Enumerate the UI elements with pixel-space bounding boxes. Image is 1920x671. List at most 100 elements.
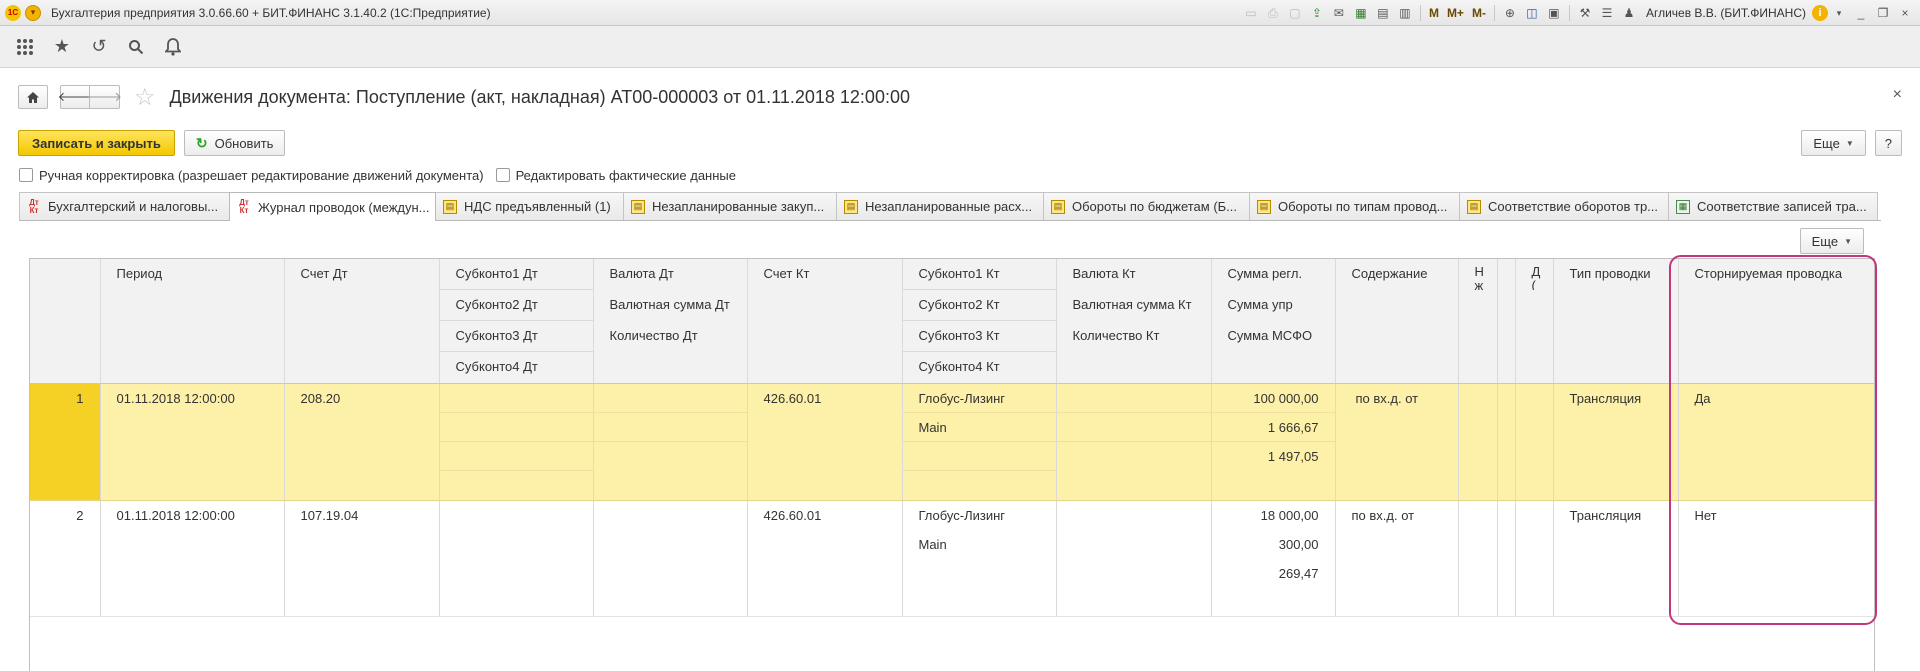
- row-currency-sum-dt: [593, 413, 747, 442]
- info-icon[interactable]: i: [1812, 5, 1828, 21]
- tab-label: Бухгалтерский и налоговы...: [48, 199, 219, 214]
- row-period: 01.11.2018 12:00:00: [116, 391, 235, 406]
- entries-table: Период Счет Дт Субконто1 Дт Субконто2 Дт…: [29, 258, 1875, 671]
- envelope-icon[interactable]: ✉: [1330, 4, 1348, 22]
- favorite-star-icon[interactable]: ☆: [134, 83, 156, 112]
- col-subconto-dt[interactable]: Субконто1 Дт Субконто2 Дт Субконто3 Дт С…: [439, 259, 594, 384]
- help-button[interactable]: ?: [1874, 130, 1902, 156]
- home-button[interactable]: [18, 85, 48, 109]
- back-button[interactable]: 🡐: [58, 85, 92, 109]
- edit-actual-checkbox[interactable]: [495, 168, 510, 182]
- options-checkboxes: Ручная корректировка (разрешает редактир…: [19, 166, 748, 184]
- register-icon: ▤: [443, 199, 457, 214]
- row-entry-type: Трансляция: [1569, 508, 1642, 523]
- tab-label: Соответствие оборотов тр...: [1488, 199, 1659, 214]
- col-narrow-1[interactable]: Н ж: [1458, 259, 1498, 384]
- row-subconto-kt-1: Глобус-Лизинг: [918, 508, 1006, 523]
- save-icon[interactable]: ▭: [1242, 4, 1260, 22]
- current-user[interactable]: Агличев В.В. (БИТ.ФИНАНС): [1646, 6, 1806, 20]
- row-subconto-dt-1: [439, 384, 593, 413]
- close-form-button[interactable]: ×: [1893, 86, 1902, 104]
- table-header-row: Период Счет Дт Субконто1 Дт Субконто2 Дт…: [30, 259, 1874, 384]
- col-content[interactable]: Содержание: [1335, 259, 1459, 384]
- refresh-button[interactable]: ↻ Обновить: [183, 130, 286, 156]
- col-currency-dt[interactable]: Валюта Дт Валютная сумма Дт Количество Д…: [593, 259, 748, 384]
- col-narrow-3[interactable]: Д (: [1515, 259, 1554, 384]
- close-window-button[interactable]: ×: [1896, 4, 1914, 22]
- page-title: Движения документа: Поступление (акт, на…: [169, 86, 910, 107]
- manual-adjust-label[interactable]: Ручная корректировка (разрешает редактир…: [39, 168, 484, 183]
- col-account-dt[interactable]: Счет Дт: [284, 259, 440, 384]
- chevron-down-icon[interactable]: ▾: [1830, 4, 1848, 22]
- restore-button[interactable]: ❐: [1874, 4, 1892, 22]
- manual-adjust-checkbox[interactable]: [19, 168, 33, 182]
- forward-button[interactable]: 🡒: [87, 85, 122, 109]
- spreadsheet-icon[interactable]: ▦: [1352, 4, 1370, 22]
- col-number[interactable]: [30, 259, 101, 384]
- table-row[interactable]: 1 01.11.2018 12:00:00 208.20 426.60.01 Г…: [30, 383, 1874, 501]
- print-icon[interactable]: ⎙: [1264, 4, 1282, 22]
- row-sum-ifrs: 269,47: [1278, 566, 1319, 581]
- calendar-icon[interactable]: ▤: [1374, 4, 1392, 22]
- tab-turnover-mapping[interactable]: ▤ Соответствие оборотов тр...: [1459, 192, 1669, 220]
- search-icon[interactable]: [125, 36, 147, 58]
- list-icon[interactable]: ☰: [1598, 4, 1616, 22]
- window-titlebar: 1С ▾ Бухгалтерия предприятия 3.0.66.60 +…: [0, 0, 1920, 26]
- user-icon: ♟: [1623, 6, 1635, 20]
- bell-icon[interactable]: [162, 36, 184, 58]
- register-icon: ▤: [1467, 199, 1481, 214]
- memory-minus-button[interactable]: M-: [1472, 6, 1486, 20]
- row-subconto-dt-2: [439, 413, 593, 442]
- tab-journal-entries[interactable]: Дт Кт Журнал проводок (междун...: [229, 192, 436, 221]
- row-reversed: Нет: [1694, 508, 1717, 523]
- row-account-dt: 208.20: [300, 391, 341, 406]
- register-icon: ▤: [844, 199, 858, 214]
- tab-vat-presented[interactable]: ▤ НДС предъявленный (1): [435, 192, 624, 220]
- more-button[interactable]: Еще ▼: [1801, 130, 1866, 156]
- grid-view-icon[interactable]: ▣: [1545, 4, 1563, 22]
- tab-budget-turnover[interactable]: ▤ Обороты по бюджетам (Б...: [1043, 192, 1250, 220]
- panels-icon[interactable]: ◫: [1523, 4, 1541, 22]
- col-entry-type[interactable]: Тип проводки: [1553, 259, 1679, 384]
- edit-actual-label[interactable]: Редактировать фактические данные: [516, 168, 736, 183]
- table-row[interactable]: 2 01.11.2018 12:00:00 107.19.04 426.60.0…: [30, 500, 1874, 617]
- grid-more-label: Еще: [1811, 233, 1839, 249]
- memory-plus-button[interactable]: M+: [1447, 6, 1464, 20]
- col-period[interactable]: Период: [100, 259, 285, 384]
- save-and-close-button[interactable]: Записать и закрыть: [18, 130, 175, 156]
- row-subconto-kt-4: [903, 471, 1056, 500]
- col-subconto-kt[interactable]: Субконто1 Кт Субконто2 Кт Субконто3 Кт С…: [902, 259, 1057, 384]
- apps-grid-icon[interactable]: [14, 36, 36, 58]
- main-menu-dropdown-icon[interactable]: ▾: [25, 4, 41, 21]
- tab-unplanned-expenses[interactable]: ▤ Незапланированные расх...: [836, 192, 1044, 220]
- register-icon: ▤: [1051, 199, 1065, 214]
- col-sums[interactable]: Сумма регл. Сумма упр Сумма МСФО: [1211, 259, 1336, 384]
- preview-icon[interactable]: ▢: [1286, 4, 1304, 22]
- tab-records-mapping[interactable]: ▦ Соответствие записей тра...: [1668, 192, 1878, 220]
- star-icon[interactable]: ★: [51, 36, 73, 58]
- row-sum-reg: 18 000,00: [1260, 508, 1319, 523]
- link-icon[interactable]: ⇪: [1308, 4, 1326, 22]
- row-sum-mgmt: 300,00: [1278, 537, 1319, 552]
- tab-unplanned-purchases[interactable]: ▤ Незапланированные закуп...: [623, 192, 837, 220]
- col-account-kt[interactable]: Счет Кт: [747, 259, 903, 384]
- col-reversed-entry[interactable]: Сторнируемая проводка: [1678, 259, 1874, 384]
- section-toolbar: ★ ↺: [0, 26, 1920, 68]
- history-icon[interactable]: ↺: [88, 36, 110, 58]
- row-sum-ifrs: 1 497,05: [1267, 449, 1319, 464]
- col-narrow-2[interactable]: [1497, 259, 1516, 384]
- tab-turnover-by-entry-type[interactable]: ▤ Обороты по типам провод...: [1249, 192, 1460, 220]
- calculator-icon[interactable]: ▥: [1396, 4, 1414, 22]
- tools-icon[interactable]: ⚒: [1576, 4, 1594, 22]
- more-label: Еще: [1813, 135, 1840, 151]
- zoom-icon[interactable]: ⊕: [1501, 4, 1519, 22]
- tab-accounting-tax[interactable]: Дт Кт Бухгалтерский и налоговы...: [19, 192, 230, 220]
- row-entry-type: Трансляция: [1569, 391, 1642, 406]
- minimize-button[interactable]: _: [1852, 4, 1870, 22]
- grid-more-button[interactable]: Еще ▼: [1799, 228, 1864, 254]
- memory-button[interactable]: M: [1429, 6, 1439, 20]
- register-icon: ▤: [631, 199, 645, 214]
- row-number: 2: [76, 508, 84, 523]
- col-currency-kt[interactable]: Валюта Кт Валютная сумма Кт Количество К…: [1056, 259, 1212, 384]
- tab-label: НДС предъявленный (1): [464, 199, 611, 214]
